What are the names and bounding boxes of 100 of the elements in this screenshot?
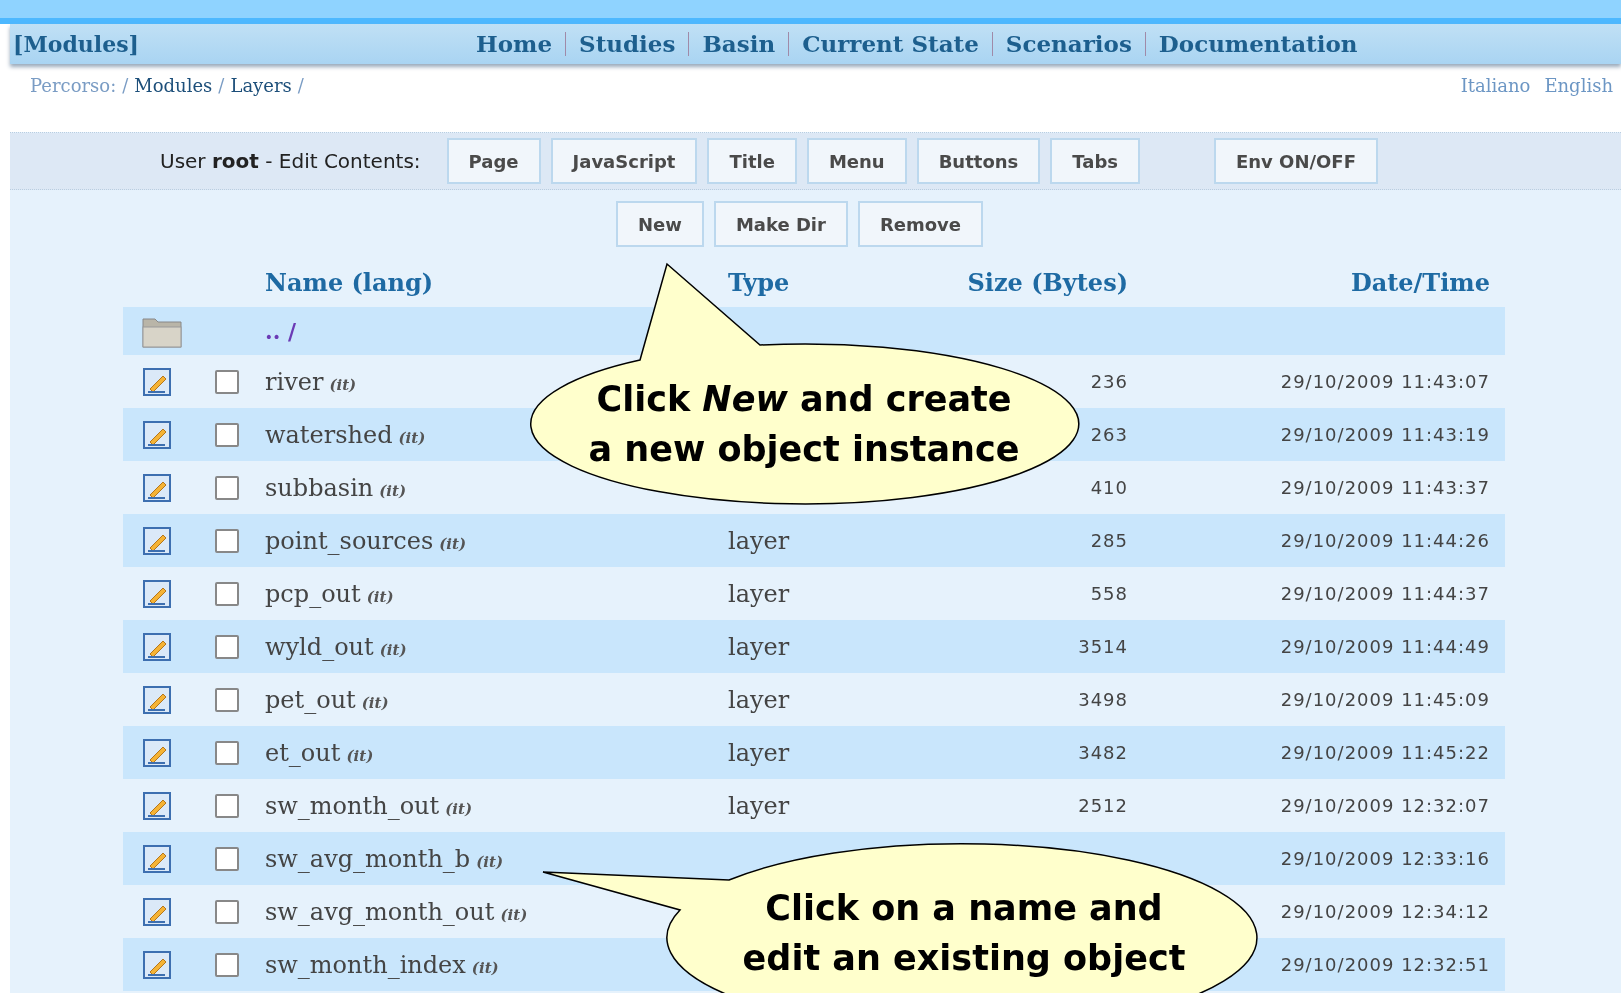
nav-link[interactable]: Basin	[688, 32, 789, 56]
file-name-link[interactable]: point_sources	[265, 526, 434, 555]
language-tag: (it)	[500, 905, 528, 924]
row-checkbox[interactable]	[215, 422, 239, 447]
edit-icon[interactable]	[143, 367, 171, 396]
edit-icon[interactable]	[143, 791, 171, 820]
datetime-cell: 29/10/2009 11:44:49	[1280, 636, 1490, 657]
datetime-cell: 29/10/2009 12:32:07	[1280, 795, 1490, 816]
language-tag: (it)	[476, 852, 504, 871]
env-toggle-button[interactable]: Env ON/OFF	[1214, 138, 1378, 184]
nav-link[interactable]: Studies	[565, 32, 689, 56]
nav-link[interactable]: Documentation	[1144, 32, 1371, 56]
row-checkbox[interactable]	[215, 369, 239, 394]
edit-button[interactable]: Menu	[806, 138, 907, 184]
action-button[interactable]: Remove	[857, 201, 984, 247]
size-cell: 3482	[1078, 742, 1128, 763]
row-checkbox[interactable]	[215, 687, 239, 712]
row-checkbox[interactable]	[215, 581, 239, 606]
language-tag: (it)	[366, 587, 394, 606]
size-cell: 236	[1090, 371, 1128, 392]
size-cell: 558	[1090, 583, 1128, 604]
edit-icon[interactable]	[143, 526, 171, 555]
datetime-cell: 29/10/2009 11:43:07	[1280, 371, 1490, 392]
breadcrumb-separator: /	[297, 74, 304, 96]
edit-button[interactable]: Title	[707, 138, 797, 184]
file-name-link[interactable]: river	[265, 367, 324, 396]
breadcrumb-link[interactable]: Modules	[134, 74, 213, 96]
language-tag: (it)	[379, 640, 407, 659]
edit-button[interactable]: JavaScript	[550, 138, 698, 184]
row-checkbox[interactable]	[215, 634, 239, 659]
callout-text: Click on a name and edit an existing object	[742, 887, 1186, 980]
language-tag: (it)	[439, 534, 467, 553]
row-checkbox[interactable]	[215, 528, 239, 553]
type-cell-text: layer	[728, 579, 791, 608]
callout-text: Click New and create a new object instance	[588, 378, 1020, 471]
action-button[interactable]: New	[616, 201, 704, 247]
file-name-link[interactable]: et_out	[265, 738, 341, 767]
edit-button[interactable]: Buttons	[916, 138, 1041, 184]
site-title[interactable]: [Modules]	[10, 31, 463, 57]
edit-icon[interactable]	[143, 420, 171, 449]
file-name-link[interactable]: sw_month_index	[265, 950, 466, 979]
breadcrumb-link[interactable]: Layers	[230, 74, 292, 96]
row-checkbox[interactable]	[215, 475, 239, 500]
datetime-cell: 29/10/2009 11:44:37	[1280, 583, 1490, 604]
edit-icon[interactable]	[143, 844, 171, 873]
row-checkbox[interactable]	[215, 793, 239, 818]
edit-icon[interactable]	[143, 579, 171, 608]
nav-link[interactable]: Home	[463, 32, 566, 56]
language-tag: (it)	[471, 958, 499, 977]
size-cell: 263	[1090, 424, 1128, 445]
language-tag: (it)	[361, 693, 389, 712]
file-name-link[interactable]: watershed	[265, 420, 393, 449]
parent-folder-link[interactable]: .. /	[265, 318, 296, 344]
breadcrumb-separator: /	[122, 74, 129, 96]
file-name-link[interactable]: subbasin	[265, 473, 374, 502]
breadcrumb-separator: /	[218, 74, 225, 96]
row-checkbox[interactable]	[215, 740, 239, 765]
datetime-cell: 29/10/2009 11:45:09	[1280, 689, 1490, 710]
size-cell: 410	[1090, 477, 1128, 498]
edit-button[interactable]: Page	[446, 138, 541, 184]
type-cell-text: layer	[728, 791, 791, 820]
datetime-cell: 29/10/2009 11:43:37	[1280, 477, 1490, 498]
language-tag: (it)	[445, 799, 472, 818]
edit-button[interactable]: Tabs	[1050, 138, 1140, 184]
edit-icon[interactable]	[143, 950, 171, 979]
user-label: User root - Edit Contents:	[160, 149, 421, 173]
action-button[interactable]: Make Dir	[713, 201, 848, 247]
column-header[interactable]: Type	[728, 267, 790, 297]
file-name-link[interactable]: sw_avg_month_out	[265, 897, 495, 926]
edit-icon[interactable]	[143, 738, 171, 767]
datetime-cell: 29/10/2009 12:34:12	[1280, 901, 1490, 922]
nav-link[interactable]: Current State	[788, 32, 992, 56]
row-checkbox[interactable]	[215, 899, 239, 924]
type-cell-text: layer	[728, 738, 791, 767]
column-header[interactable]: Size (Bytes)	[967, 267, 1128, 297]
file-name-link[interactable]: pcp_out	[265, 579, 361, 608]
column-header[interactable]: Name (lang)	[265, 267, 434, 297]
datetime-cell: 29/10/2009 12:33:16	[1280, 848, 1490, 869]
datetime-cell: 29/10/2009 11:43:19	[1280, 424, 1490, 445]
language-tag: (it)	[398, 428, 426, 447]
file-name-link[interactable]: wyld_out	[265, 632, 374, 661]
edit-icon[interactable]	[143, 632, 171, 661]
file-name-link[interactable]: sw_avg_month_b	[265, 844, 471, 873]
breadcrumb-label: Percorso:	[30, 74, 117, 96]
language-tag: (it)	[379, 481, 407, 500]
edit-icon[interactable]	[143, 473, 171, 502]
datetime-cell: 29/10/2009 11:44:26	[1280, 530, 1490, 551]
edit-icon[interactable]	[143, 685, 171, 714]
column-header[interactable]: Date/Time	[1350, 267, 1490, 297]
size-cell: 3514	[1078, 636, 1128, 657]
file-name-link[interactable]: pet_out	[265, 685, 356, 714]
type-cell-text: layer	[728, 526, 791, 555]
file-name-link[interactable]: sw_month_out	[265, 791, 440, 820]
size-cell: 2512	[1078, 795, 1128, 816]
size-cell: 285	[1090, 530, 1128, 551]
row-checkbox[interactable]	[215, 846, 239, 871]
nav-link[interactable]: Scenarios	[991, 32, 1145, 56]
language-tag: (it)	[346, 746, 374, 765]
row-checkbox[interactable]	[215, 952, 239, 977]
edit-icon[interactable]	[143, 897, 171, 926]
